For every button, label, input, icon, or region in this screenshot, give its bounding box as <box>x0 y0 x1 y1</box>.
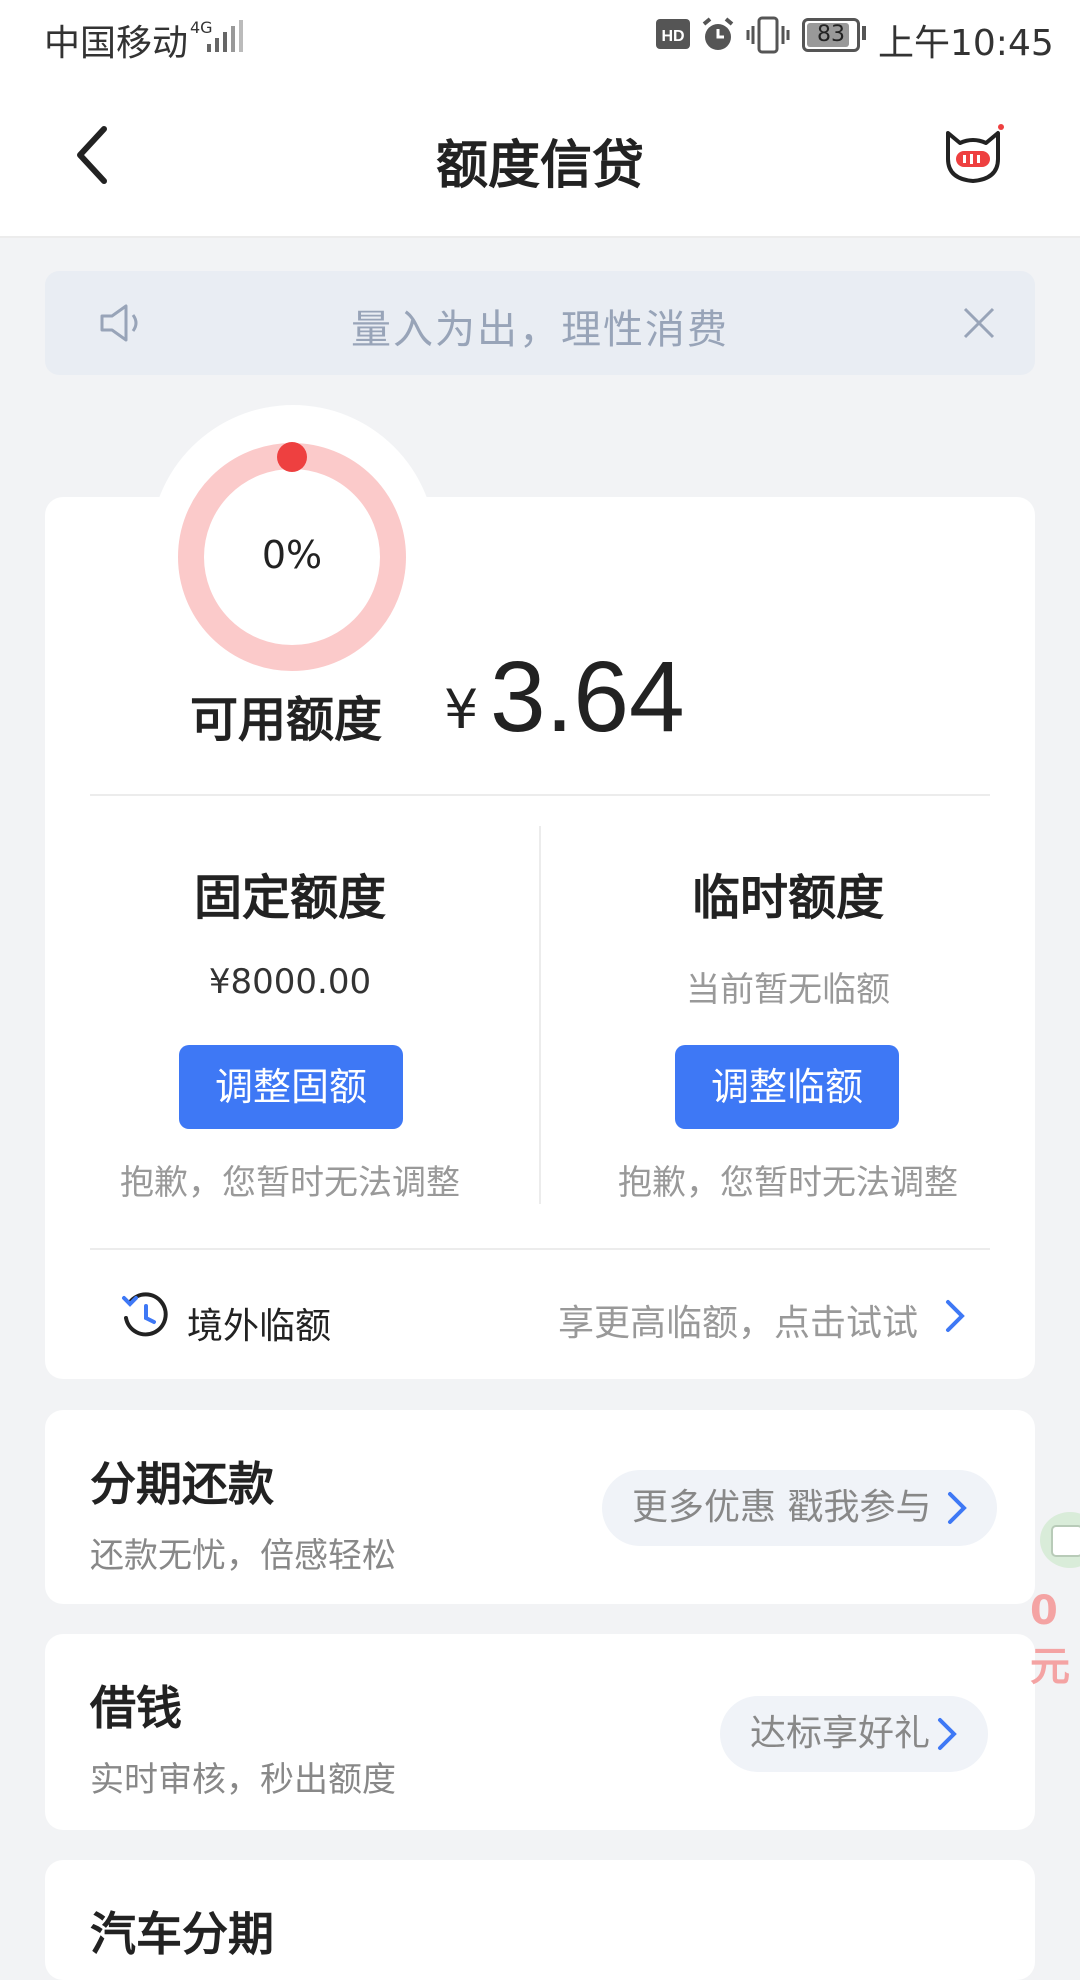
chevron-right-icon <box>948 1492 967 1524</box>
clock: 上午10:45 <box>878 23 1054 64</box>
svg-text:HD: HD <box>661 28 684 45</box>
fixed-credit-title: 固定额度 <box>193 870 386 926</box>
divider <box>90 794 990 796</box>
installments-promo-label: 更多优惠 戳我参与 <box>632 1487 932 1528</box>
battery-level: 83 <box>817 22 845 47</box>
installments-card[interactable]: 分期还款 还款无忧，倍感轻松 更多优惠 戳我参与 <box>45 1410 1035 1604</box>
nav-bar: 额度信贷 <box>0 75 1080 238</box>
car-installments-card[interactable]: 汽车分期 <box>45 1860 1035 1980</box>
alarm-icon <box>702 17 734 50</box>
installments-promo-button[interactable]: 更多优惠 戳我参与 <box>602 1470 997 1546</box>
borrow-subtitle: 实时审核，秒出额度 <box>90 1760 396 1800</box>
chevron-right-icon <box>946 1300 965 1332</box>
temporary-credit-amount: 当前暂无临额 <box>686 970 890 1010</box>
usage-ring-indicator <box>277 442 307 472</box>
fixed-credit-amount: ¥8000.00 <box>208 962 372 1002</box>
borrow-promo-button[interactable]: 达标享好礼 <box>720 1696 988 1772</box>
close-icon[interactable] <box>961 305 997 341</box>
temporary-credit-title: 临时额度 <box>691 870 884 926</box>
adjust-temporary-button[interactable]: 调整临额 <box>675 1045 899 1129</box>
car-installments-title: 汽车分期 <box>90 1907 274 1961</box>
currency-symbol: ¥ <box>444 678 479 741</box>
hd-icon: HD <box>656 19 690 49</box>
divider <box>90 1248 990 1250</box>
battery-icon: 83 <box>802 18 860 52</box>
borrow-card[interactable]: 借钱 实时审核，秒出额度 达标享好礼 <box>45 1634 1035 1830</box>
page-title: 额度信贷 <box>435 136 644 196</box>
available-credit-label: 可用额度 <box>190 692 383 748</box>
available-credit-amount: 3.64 <box>490 641 685 753</box>
notice-text: 量入为出，理性消费 <box>351 307 729 353</box>
overseas-clock-icon <box>122 1292 168 1337</box>
status-bar: 中国移动 4G HD 83 上午10:45 <box>0 0 1080 75</box>
overseas-credit-label: 境外临额 <box>187 1306 332 1347</box>
temporary-credit-note: 抱歉，您暂时无法调整 <box>618 1163 958 1203</box>
borrow-title: 借钱 <box>90 1681 182 1735</box>
signal-icon <box>207 20 243 52</box>
adjust-fixed-button[interactable]: 调整固额 <box>179 1045 403 1129</box>
carrier-name: 中国移动 <box>44 23 189 64</box>
vibrate-icon <box>746 16 790 54</box>
column-divider <box>539 826 541 1204</box>
fixed-credit-note: 抱歉，您暂时无法调整 <box>120 1163 460 1203</box>
installments-title: 分期还款 <box>90 1457 274 1511</box>
notice-banner: 量入为出，理性消费 <box>45 271 1035 375</box>
usage-percent: 0% <box>261 533 323 577</box>
assistant-cat-icon[interactable] <box>940 119 1006 185</box>
installments-subtitle: 还款无忧，倍感轻松 <box>90 1536 396 1576</box>
overseas-credit-hint: 享更高临额，点击试试 <box>557 1303 918 1344</box>
chevron-right-icon <box>938 1718 957 1750</box>
borrow-promo-label: 达标享好礼 <box>750 1713 931 1754</box>
floating-promo-label[interactable]: 0元 <box>1030 1588 1080 1692</box>
